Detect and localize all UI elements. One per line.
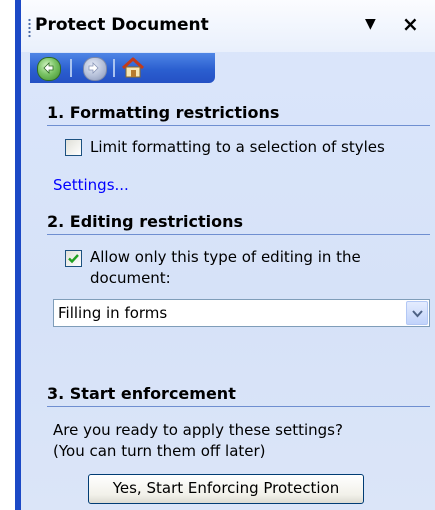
limit-formatting-checkbox[interactable] [65, 139, 82, 156]
editing-restrictions-heading: 2. Editing restrictions [47, 212, 430, 235]
pane-title: Protect Document [35, 15, 209, 35]
toolbar-separator [70, 59, 72, 77]
allow-editing-type-label-line1[interactable]: Allow only this type of editing in the [90, 247, 361, 267]
pane-menu-dropdown-icon[interactable]: ▼ [365, 16, 376, 32]
start-enforcement-heading: 3. Start enforcement [47, 384, 430, 407]
enforcement-question-line2: (You can turn them off later) [53, 442, 266, 460]
editing-type-select[interactable]: Filling in forms [53, 299, 430, 327]
close-pane-icon[interactable]: × [402, 12, 419, 36]
formatting-settings-link[interactable]: Settings... [53, 176, 129, 194]
chevron-down-icon[interactable] [406, 301, 428, 325]
start-enforcing-protection-button[interactable]: Yes, Start Enforcing Protection [88, 474, 364, 504]
allow-editing-type-checkbox[interactable] [65, 250, 82, 267]
forward-arrow-icon[interactable] [83, 57, 107, 81]
pane-title-bar[interactable]: Protect Document ▼ × [21, 0, 435, 52]
protect-document-pane: Protect Document ▼ × 1. Formatting restr… [21, 0, 435, 510]
back-arrow-icon[interactable] [37, 57, 61, 81]
home-icon[interactable] [120, 56, 146, 80]
allow-editing-type-label-line2[interactable]: document: [90, 268, 171, 288]
pane-navigation-toolbar [30, 53, 215, 83]
formatting-restrictions-heading: 1. Formatting restrictions [47, 103, 430, 126]
drag-grip-icon[interactable] [28, 18, 31, 38]
enforcement-question-line1: Are you ready to apply these settings? [53, 421, 343, 439]
toolbar-separator [113, 59, 115, 77]
editing-type-selected-value: Filling in forms [58, 304, 168, 322]
limit-formatting-label[interactable]: Limit formatting to a selection of style… [90, 137, 385, 157]
